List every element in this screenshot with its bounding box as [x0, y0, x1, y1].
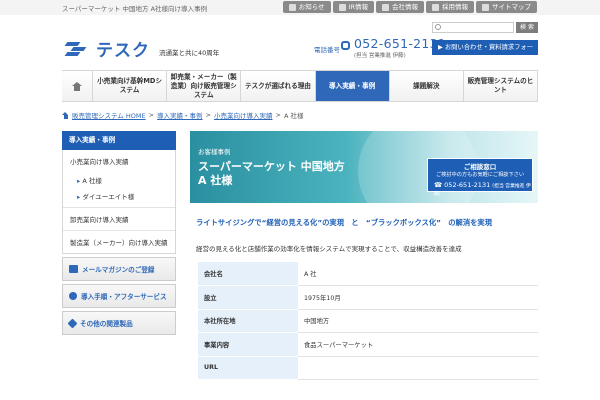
home-icon	[72, 81, 82, 91]
phone-icon	[341, 41, 350, 50]
sidebar-item-manufacturer[interactable]: 製造業（メーカー）向け導入実績	[63, 230, 175, 253]
global-nav: 小売業向け基幹MDシステム 卸売業・メーカー（製造業）向け販売管理システム テス…	[62, 70, 539, 102]
nav-wholesale-sales[interactable]: 卸売業・メーカー（製造業）向け販売管理システム	[166, 71, 240, 101]
tel-label: 電話番号	[314, 46, 340, 54]
sidebar-subitem-a-company[interactable]: A 社様	[63, 172, 175, 188]
table-row: 会社名 A 社	[198, 262, 538, 286]
breadcrumb-case-studies[interactable]: 導入実績・事例	[157, 110, 203, 120]
consult-subtitle: ご検討中の方もお気軽にご相談下さい	[435, 172, 525, 178]
breadcrumb: 販売管理システム HOME > 導入実績・事例 > 小売業向け導入実績 > A …	[62, 110, 303, 120]
table-key: 設立	[198, 285, 298, 310]
table-row: 設立 1975年10月	[198, 285, 538, 310]
tel-hours: (担当 営業推進 伊藤)	[354, 53, 406, 59]
hero-label: お客様事例	[198, 148, 231, 156]
table-row: 事業内容 食品スーパーマーケット	[198, 332, 538, 357]
tag-icon	[67, 318, 78, 328]
building-icon	[382, 3, 389, 11]
inquiry-button[interactable]: ▶ お問い合わせ・資料請求フォーム	[432, 40, 538, 66]
case-headline: ライトサイジングで“経営の見える化”の実現 と “ブラックボックス化” の解消を…	[196, 218, 493, 227]
nav-solutions[interactable]: 課題解決	[388, 71, 463, 101]
sidebar-item-wholesale[interactable]: 卸売業向け導入実績	[63, 207, 175, 230]
top-utility-bar: スーパーマーケット 中国地方 A社様向け導入事例 お知らせ IR情報 会社情報 …	[0, 0, 600, 15]
bell-icon	[288, 3, 296, 11]
table-key: 会社名	[198, 262, 298, 286]
logo-mark-icon	[62, 40, 92, 58]
page-summary-text: スーパーマーケット 中国地方 A社様向け導入事例	[62, 5, 208, 13]
util-link-ir[interactable]: IR情報	[332, 1, 374, 13]
breadcrumb-separator: >	[275, 111, 281, 119]
nav-case-studies[interactable]: 導入実績・事例	[314, 71, 389, 101]
table-value: A 社	[298, 262, 538, 286]
sitemap-icon	[482, 3, 489, 11]
hero-title-line2: A 社様	[198, 174, 233, 187]
nav-retail-md[interactable]: 小売業向け基幹MDシステム	[92, 71, 166, 101]
breadcrumb-current: A 社様	[283, 112, 304, 120]
table-key: 事業内容	[198, 332, 298, 357]
logo-tagline: 流通業と共に40周年	[159, 49, 220, 57]
banner-introduction-steps[interactable]: 導入手順・アフターサービス	[62, 284, 176, 308]
hero-title: スーパーマーケット 中国地方 A 社様	[198, 160, 345, 188]
util-link-company[interactable]: 会社情報	[376, 1, 424, 13]
breadcrumb-separator: >	[148, 111, 155, 119]
chart-icon	[338, 3, 346, 11]
table-key: URL	[198, 356, 298, 380]
consult-tel: ☎ 052-651-2131 (担当 営業推進 伊藤)	[434, 181, 531, 197]
util-link-news[interactable]: お知らせ	[282, 1, 331, 13]
table-value: 食品スーパーマーケット	[298, 332, 538, 357]
sidebar-item-retail[interactable]: 小売業向け導入実績	[63, 150, 175, 172]
search-input[interactable]	[432, 22, 514, 33]
table-row: URL	[198, 356, 538, 380]
util-link-recruit[interactable]: 採用情報	[426, 1, 474, 13]
sidebar-subitem-daiyu-eight[interactable]: ダイユーエイト様	[63, 188, 175, 207]
site-logo[interactable]: テスク 流通業と共に40周年	[62, 36, 219, 61]
banner-mail-magazine[interactable]: メールマガジンのご登録	[62, 257, 176, 281]
nav-hints[interactable]: 販売管理システムのヒント	[462, 71, 539, 101]
hero-title-line1: スーパーマーケット 中国地方	[198, 160, 345, 173]
nav-why-tesk[interactable]: テスクが選ばれる理由	[240, 71, 314, 101]
sidebar-list: 小売業向け導入実績 A 社様 ダイユーエイト様 卸売業向け導入実績 製造業（メー…	[62, 150, 176, 254]
sidebar-heading[interactable]: 導入実績・事例	[62, 131, 176, 150]
table-value: 1975年10月	[298, 285, 538, 310]
search-icon	[435, 24, 441, 30]
util-link-sitemap[interactable]: サイトマップ	[476, 1, 537, 13]
table-row: 本社所在地 中国地方	[198, 309, 538, 333]
utility-nav: お知らせ IR情報 会社情報 採用情報 サイトマップ	[282, 1, 537, 13]
breadcrumb-home-icon	[62, 111, 69, 119]
table-value: 中国地方	[298, 309, 538, 333]
breadcrumb-retail[interactable]: 小売業向け導入実績	[214, 110, 273, 120]
consultation-box[interactable]: ご相談窓口 ご検討中の方もお気軽にご相談下さい ☎ 052-651-2131 (…	[427, 158, 533, 197]
consult-title: ご相談窓口	[463, 163, 497, 171]
breadcrumb-home[interactable]: 販売管理システム HOME	[72, 110, 146, 120]
banner-related-products[interactable]: その他の関連製品	[62, 311, 176, 335]
people-icon	[69, 292, 77, 300]
person-icon	[432, 3, 439, 11]
search-button[interactable]: 検 索	[516, 22, 538, 33]
nav-home[interactable]	[62, 71, 92, 101]
logo-name: テスク	[96, 41, 150, 61]
table-value[interactable]	[298, 356, 538, 380]
company-info-table: 会社名 A 社 設立 1975年10月 本社所在地 中国地方 事業内容 食品スー…	[198, 262, 538, 380]
table-key: 本社所在地	[198, 309, 298, 333]
mail-icon	[69, 265, 78, 273]
breadcrumb-separator: >	[205, 111, 211, 119]
case-description: 経営の見える化と店舗作業の効率化を情報システムで実現することで、収益構造改善を達…	[196, 245, 462, 253]
